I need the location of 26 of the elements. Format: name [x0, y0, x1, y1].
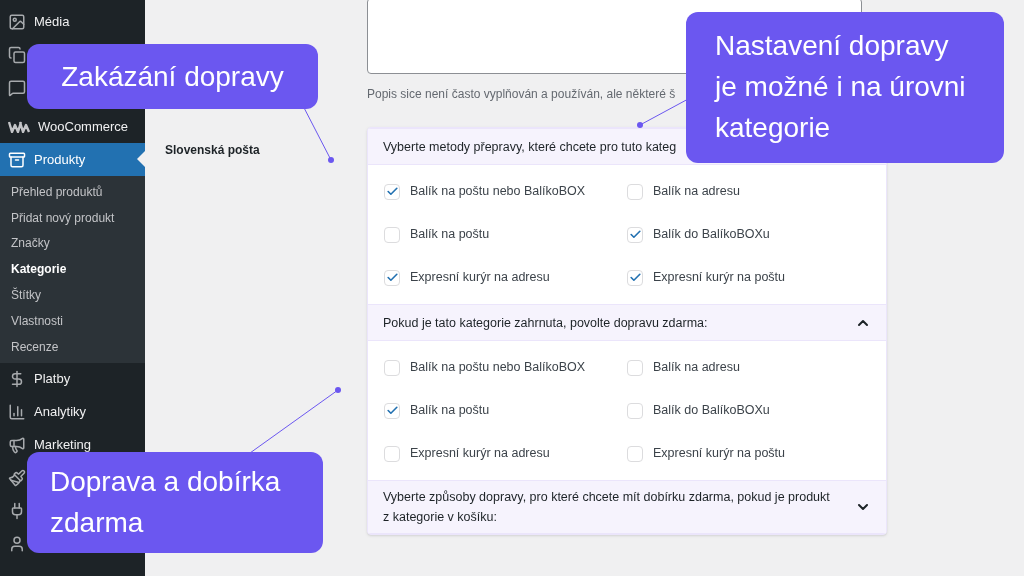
callout-tooltip: Doprava a dobírka zdarma — [27, 452, 323, 553]
option-label: Balík na poštu nebo BalíkoBOX — [410, 183, 586, 201]
section-title: Pokud je tato kategorie zahrnuta, povolte dopravu zdarma: — [383, 314, 708, 332]
sidebar-label: WooCommerce — [38, 117, 129, 136]
option-label: Balík do BalíkoBOXu — [653, 226, 770, 244]
sidebar-label: Produkty — [34, 150, 86, 169]
sidebar-label: Marketing — [34, 436, 92, 455]
option-label: Expresní kurýr na adresu — [410, 445, 550, 463]
callout-tooltip: Nastavení dopravy je možné i na úrovni kategorie — [686, 12, 1004, 163]
sidebar-label: Média — [34, 12, 70, 31]
option-label: Balík na poštu — [410, 226, 490, 244]
sidebar-label: Analytiky — [34, 403, 87, 422]
option-label: Balík na adresu — [653, 359, 740, 377]
option-label: Expresní kurýr na adresu — [410, 269, 550, 287]
option-label: Balík na adresu — [653, 183, 740, 201]
sidebar-label: Platby — [34, 370, 71, 389]
option-label: Balík do BalíkoBOXu — [653, 402, 770, 420]
section-title: Vyberte metody přepravy, které chcete pro tuto kateg — [383, 138, 677, 156]
section-title: Vyberte způsoby dopravy, pro které chcete mít dobírku zdarma, pokud je produkt z kategorie v košíku: — [383, 489, 831, 526]
option-label: Balík na poštu — [410, 402, 490, 420]
option-label: Balík na poštu nebo BalíkoBOX — [410, 359, 586, 377]
description-help-text: Popis sice není často vyplňován a používán, ale některé š — [367, 86, 676, 103]
callout-tooltip: Zakázání dopravy — [27, 44, 318, 109]
option-label: Expresní kurýr na poštu — [653, 269, 785, 287]
field-label: Slovenská pošta — [165, 143, 260, 157]
option-label: Expresní kurýr na poštu — [653, 445, 785, 463]
